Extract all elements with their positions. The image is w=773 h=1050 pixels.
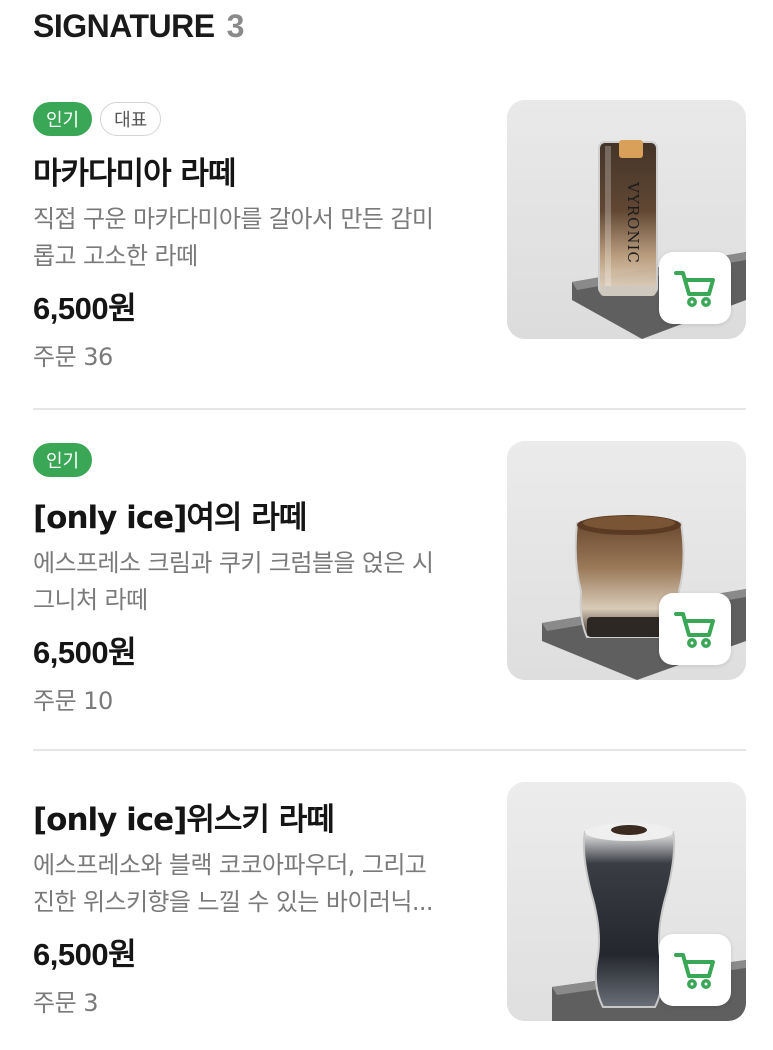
description-line: 직접 구운 마카다미아를 갈아서 만든 감미 [33, 205, 434, 233]
section-header: SIGNATURE 3 [33, 8, 244, 45]
cart-icon [674, 953, 715, 989]
order-count: 주문 10 [33, 687, 113, 715]
menu-item[interactable]: [only ice]위스키 라떼 에스프레소와 블랙 코코아파우더, 그리고 진… [33, 782, 746, 1022]
item-divider [33, 749, 746, 751]
menu-item-image[interactable] [507, 782, 746, 1021]
section-title: SIGNATURE [33, 8, 215, 44]
menu-item[interactable]: 인기 대표 마카다미아 라떼 직접 구운 마카다미아를 갈아서 만든 감미 롭고… [33, 100, 746, 372]
description-line: 롭고 고소한 라떼 [33, 242, 198, 270]
add-to-cart-button[interactable] [659, 252, 731, 324]
add-to-cart-button[interactable] [659, 593, 731, 665]
badge-row: 인기 [33, 441, 483, 479]
menu-item-image[interactable] [507, 441, 746, 680]
description-line: 에스프레소 크림과 쿠키 크럼블을 얹은 시 [33, 549, 434, 577]
add-to-cart-button[interactable] [659, 934, 731, 1006]
cart-icon [674, 271, 715, 307]
menu-item[interactable]: 인기 [only ice]여의 라떼 에스프레소 크림과 쿠키 크럼블을 얹은 … [33, 441, 746, 715]
menu-item-description: 에스프레소 크림과 쿠키 크럼블을 얹은 시 그니처 라떼 [33, 545, 473, 619]
item-divider [33, 408, 746, 410]
popular-badge: 인기 [33, 443, 93, 477]
section-count: 3 [226, 8, 245, 44]
order-count: 주문 3 [33, 989, 99, 1017]
menu-item-description: 직접 구운 마카다미아를 갈아서 만든 감미 롭고 고소한 라떼 [33, 201, 473, 275]
menu-item-price: 6,500원 [33, 635, 137, 670]
signature-badge: 대표 [100, 102, 162, 136]
menu-item-name: 마카다미아 라떼 [33, 156, 236, 192]
menu-item-info: [only ice]위스키 라떼 에스프레소와 블랙 코코아파우더, 그리고 진… [33, 782, 483, 1018]
menu-item-image[interactable]: VYRONIC [507, 100, 746, 339]
cup-print: VYRONIC [624, 181, 642, 264]
menu-item-price: 6,500원 [33, 937, 137, 972]
popular-badge: 인기 [33, 102, 93, 136]
menu-item-name: [only ice]위스키 라떼 [33, 802, 335, 838]
description-line: 에스프레소와 블랙 코코아파우더, 그리고 [33, 851, 427, 879]
menu-item-description: 에스프레소와 블랙 코코아파우더, 그리고 진한 위스키향을 느낄 수 있는 바… [33, 847, 473, 921]
cart-icon [674, 612, 715, 648]
menu-item-info: 인기 대표 마카다미아 라떼 직접 구운 마카다미아를 갈아서 만든 감미 롭고… [33, 100, 483, 372]
menu-item-name: [only ice]여의 라떼 [33, 500, 307, 536]
menu-item-price: 6,500원 [33, 291, 137, 326]
badge-row: 인기 대표 [33, 100, 483, 138]
order-count: 주문 36 [33, 343, 113, 371]
description-line: 진한 위스키향을 느낄 수 있는 바이러닉... [33, 888, 434, 916]
description-line: 그니처 라떼 [33, 586, 148, 614]
menu-item-info: 인기 [only ice]여의 라떼 에스프레소 크림과 쿠키 크럼블을 얹은 … [33, 441, 483, 716]
